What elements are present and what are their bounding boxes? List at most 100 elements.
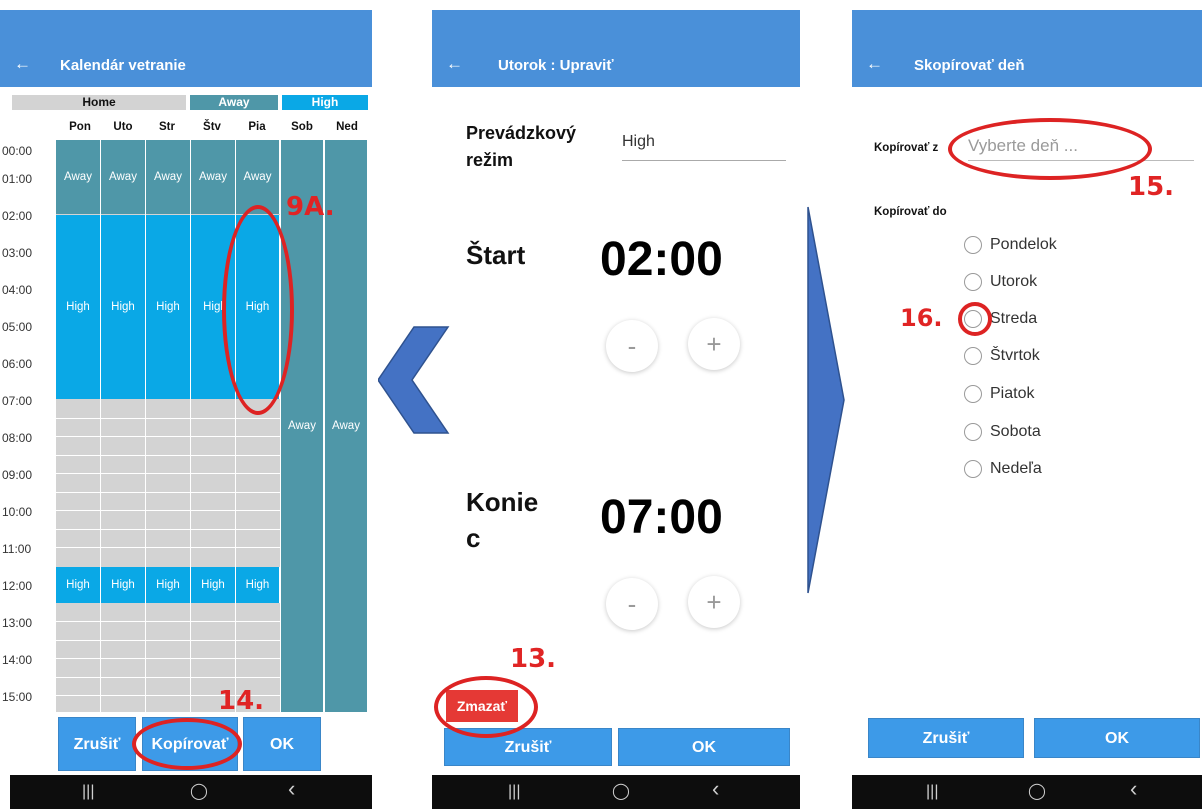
system-nav-bar: ||| ◯ ‹ bbox=[10, 775, 372, 809]
time-column: 00:00 01:00 02:00 03:00 04:00 05:00 06:0… bbox=[0, 140, 56, 712]
schedule-block-away[interactable]: Away bbox=[236, 140, 280, 214]
app-bar: ← Utorok : Upraviť bbox=[432, 10, 800, 87]
day-option-label: Streda bbox=[990, 310, 1038, 327]
time-label: 02:00 bbox=[2, 209, 33, 223]
ok-button[interactable]: OK bbox=[243, 717, 321, 771]
annotation-label: 16. bbox=[900, 304, 943, 332]
time-label: 15:00 bbox=[2, 690, 33, 704]
schedule-block-high[interactable]: High bbox=[146, 567, 191, 603]
schedule-block-high[interactable]: High bbox=[146, 215, 191, 399]
system-nav-bar: ||| ◯ ‹ bbox=[432, 775, 800, 809]
app-bar: ← Skopírovať deň bbox=[852, 10, 1202, 87]
ok-button[interactable]: OK bbox=[1034, 718, 1200, 758]
schedule-block-high[interactable]: High bbox=[56, 215, 101, 399]
radio-button[interactable] bbox=[964, 460, 982, 478]
day-option-label: Nedeľa bbox=[990, 460, 1042, 477]
schedule-block-away[interactable]: Away bbox=[191, 140, 236, 214]
schedule-grid: Away Away Away Away Away High High High … bbox=[56, 140, 368, 712]
end-time: 07:00 bbox=[600, 491, 723, 544]
back-icon[interactable]: ‹ bbox=[288, 778, 295, 800]
back-icon[interactable]: ‹ bbox=[712, 778, 719, 800]
back-arrow-icon[interactable]: ← bbox=[446, 54, 463, 74]
time-label: 11:00 bbox=[2, 542, 32, 556]
schedule-block-high[interactable]: High bbox=[101, 567, 146, 603]
start-plus-button[interactable]: + bbox=[688, 318, 740, 370]
schedule-block-away[interactable]: Away bbox=[101, 140, 146, 214]
day-option-saturday[interactable]: Sobota bbox=[964, 423, 1144, 445]
end-label: Konie c bbox=[466, 487, 539, 553]
annotation-ellipse bbox=[434, 676, 538, 738]
time-label: 14:00 bbox=[2, 653, 33, 667]
day-header-fri: Pia bbox=[248, 121, 266, 133]
annotation-label: 14. bbox=[218, 686, 265, 716]
mode-label: Prevádzkový režim bbox=[466, 123, 577, 170]
back-arrow-icon[interactable]: ← bbox=[866, 54, 883, 74]
legend-home: Home bbox=[12, 95, 186, 110]
start-minus-button[interactable]: - bbox=[606, 320, 658, 372]
time-label: 04:00 bbox=[2, 283, 33, 297]
schedule-block-high[interactable]: High bbox=[56, 567, 101, 603]
annotation-ellipse bbox=[222, 205, 294, 415]
time-label: 09:00 bbox=[2, 468, 33, 482]
day-header-mon: Pon bbox=[69, 121, 91, 133]
day-option-label: Utorok bbox=[990, 273, 1038, 290]
day-option-monday[interactable]: Pondelok bbox=[964, 236, 1144, 258]
schedule-block-high[interactable]: High bbox=[191, 567, 236, 603]
recents-icon[interactable]: ||| bbox=[926, 783, 938, 801]
schedule-block-high[interactable]: High bbox=[236, 567, 280, 603]
system-nav-bar: ||| ◯ ‹ bbox=[852, 775, 1202, 809]
mode-select[interactable]: High bbox=[622, 133, 786, 161]
cancel-button[interactable]: Zrušiť bbox=[58, 717, 136, 771]
time-label: 07:00 bbox=[2, 394, 33, 408]
time-label: 03:00 bbox=[2, 246, 33, 260]
recents-icon[interactable]: ||| bbox=[82, 783, 94, 801]
page-title: Kalendár vetranie bbox=[60, 57, 186, 74]
legend-away: Away bbox=[190, 95, 278, 110]
annotation-label: 9A. bbox=[286, 192, 335, 222]
ok-button[interactable]: OK bbox=[618, 728, 790, 766]
time-label: 10:00 bbox=[2, 505, 33, 519]
home-icon[interactable]: ◯ bbox=[1028, 783, 1046, 801]
start-label: Štart bbox=[466, 240, 526, 270]
legend-high: High bbox=[282, 95, 368, 110]
schedule-block-away[interactable]: Away bbox=[56, 140, 101, 214]
day-option-label: Pondelok bbox=[990, 236, 1057, 253]
day-option-friday[interactable]: Piatok bbox=[964, 385, 1144, 407]
recents-icon[interactable]: ||| bbox=[508, 783, 520, 801]
page-title: Utorok : Upraviť bbox=[498, 57, 614, 74]
flow-arrow-right-icon bbox=[807, 206, 845, 594]
schedule-block-high[interactable]: High bbox=[101, 215, 146, 399]
copy-from-label: Kopírovať z bbox=[874, 142, 939, 154]
annotation-ellipse bbox=[132, 718, 242, 770]
radio-button[interactable] bbox=[964, 236, 982, 254]
schedule-block-away[interactable]: Away bbox=[324, 140, 368, 712]
back-arrow-icon[interactable]: ← bbox=[14, 54, 31, 74]
app-bar: ← Kalendár vetranie bbox=[0, 10, 372, 87]
time-label: 05:00 bbox=[2, 320, 33, 334]
radio-button[interactable] bbox=[964, 347, 982, 365]
time-label: 00:00 bbox=[2, 144, 33, 158]
screen-calendar: ← Kalendár vetranie Home Away High Pon U… bbox=[0, 0, 372, 809]
day-option-thursday[interactable]: Štvrtok bbox=[964, 347, 1144, 369]
cancel-button[interactable]: Zrušiť bbox=[868, 718, 1024, 758]
schedule-block-away[interactable]: Away bbox=[280, 140, 324, 712]
annotation-label: 13. bbox=[510, 644, 557, 674]
time-label: 06:00 bbox=[2, 357, 33, 371]
time-label: 12:00 bbox=[2, 579, 33, 593]
radio-button[interactable] bbox=[964, 423, 982, 441]
end-plus-button[interactable]: + bbox=[688, 576, 740, 628]
end-minus-button[interactable]: - bbox=[606, 578, 658, 630]
back-icon[interactable]: ‹ bbox=[1130, 778, 1137, 800]
day-header-wed: Str bbox=[159, 121, 175, 133]
schedule-block-away[interactable]: Away bbox=[146, 140, 191, 214]
home-icon[interactable]: ◯ bbox=[612, 783, 630, 801]
day-option-sunday[interactable]: Nedeľa bbox=[964, 460, 1144, 482]
day-header-sat: Sob bbox=[291, 121, 313, 133]
day-option-tuesday[interactable]: Utorok bbox=[964, 273, 1144, 295]
screen-edit-day: ← Utorok : Upraviť Prevádzkový režim Hig… bbox=[432, 0, 800, 809]
home-icon[interactable]: ◯ bbox=[190, 783, 208, 801]
radio-button[interactable] bbox=[964, 385, 982, 403]
copy-to-label: Kopírovať do bbox=[874, 206, 947, 218]
radio-button[interactable] bbox=[964, 273, 982, 291]
annotation-label: 15. bbox=[1128, 172, 1175, 202]
